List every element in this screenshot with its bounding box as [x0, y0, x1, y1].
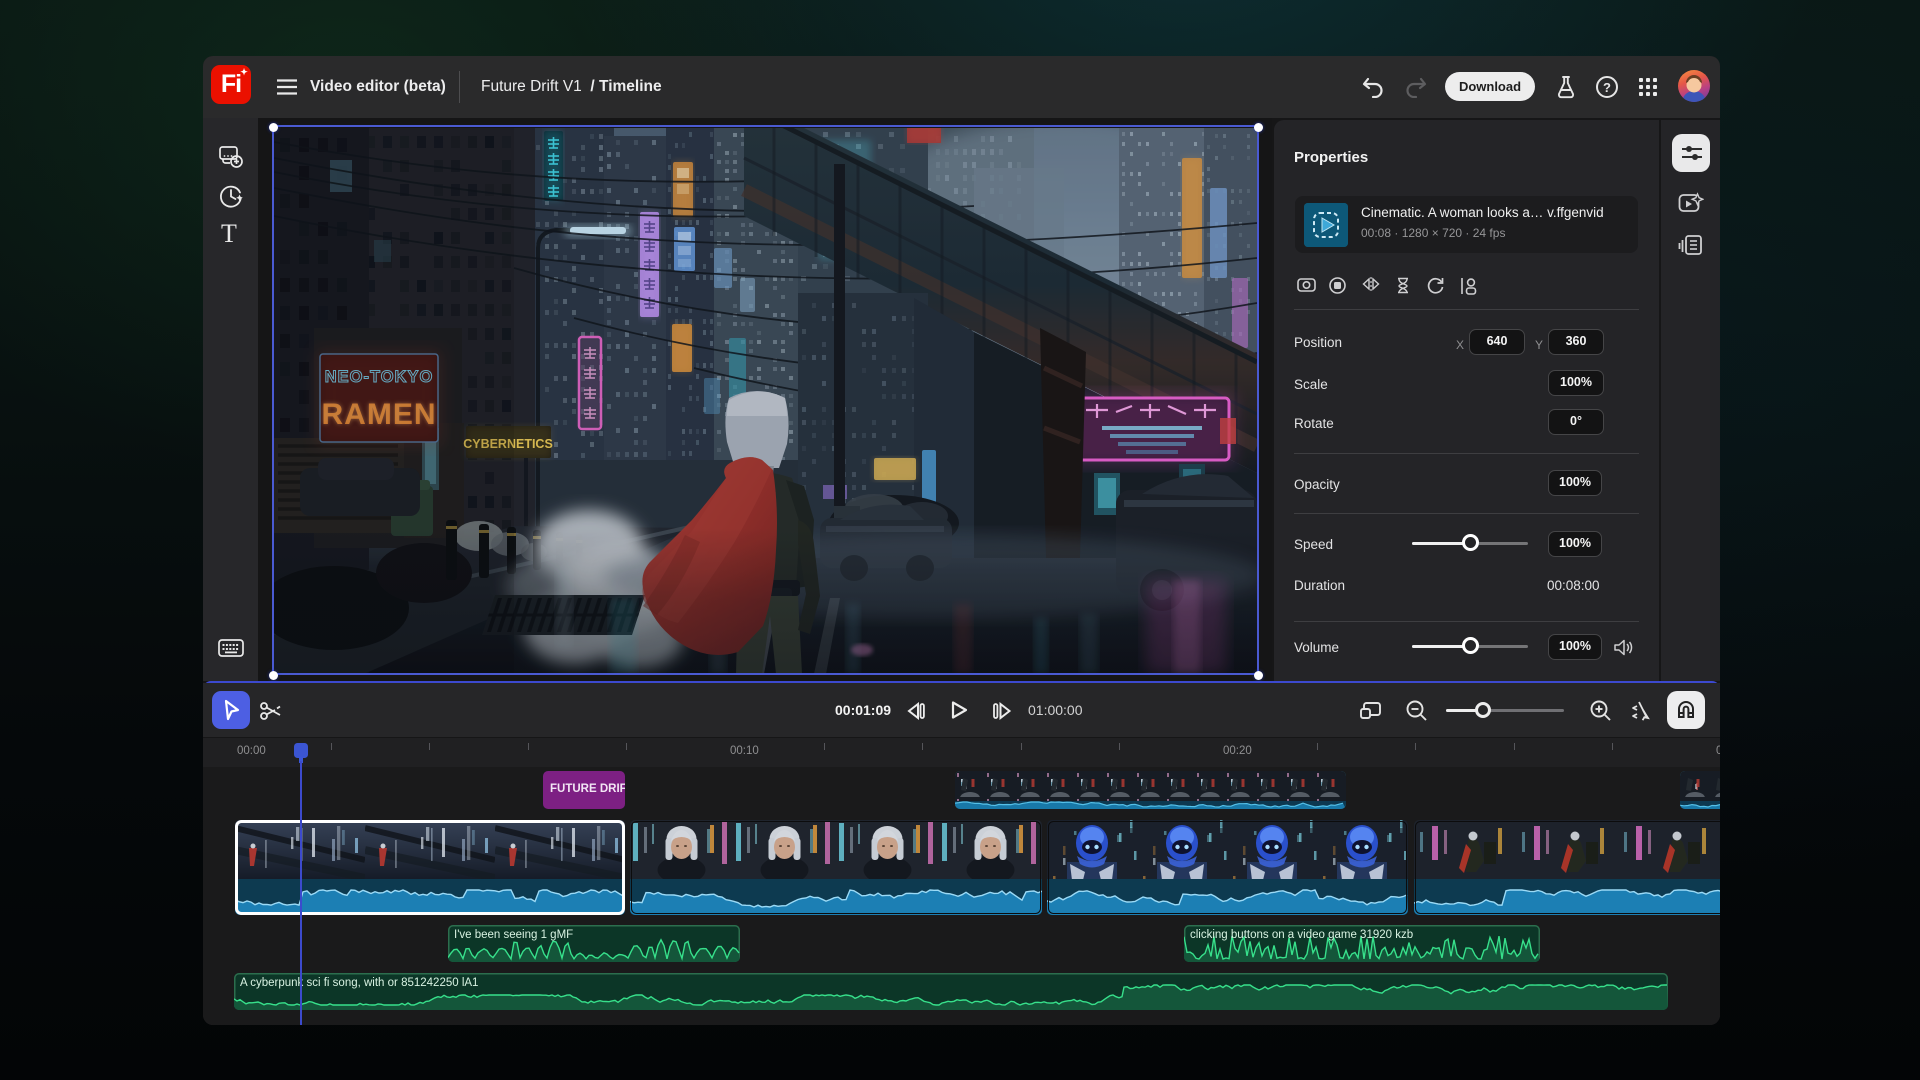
- svg-text:?: ?: [1603, 80, 1611, 95]
